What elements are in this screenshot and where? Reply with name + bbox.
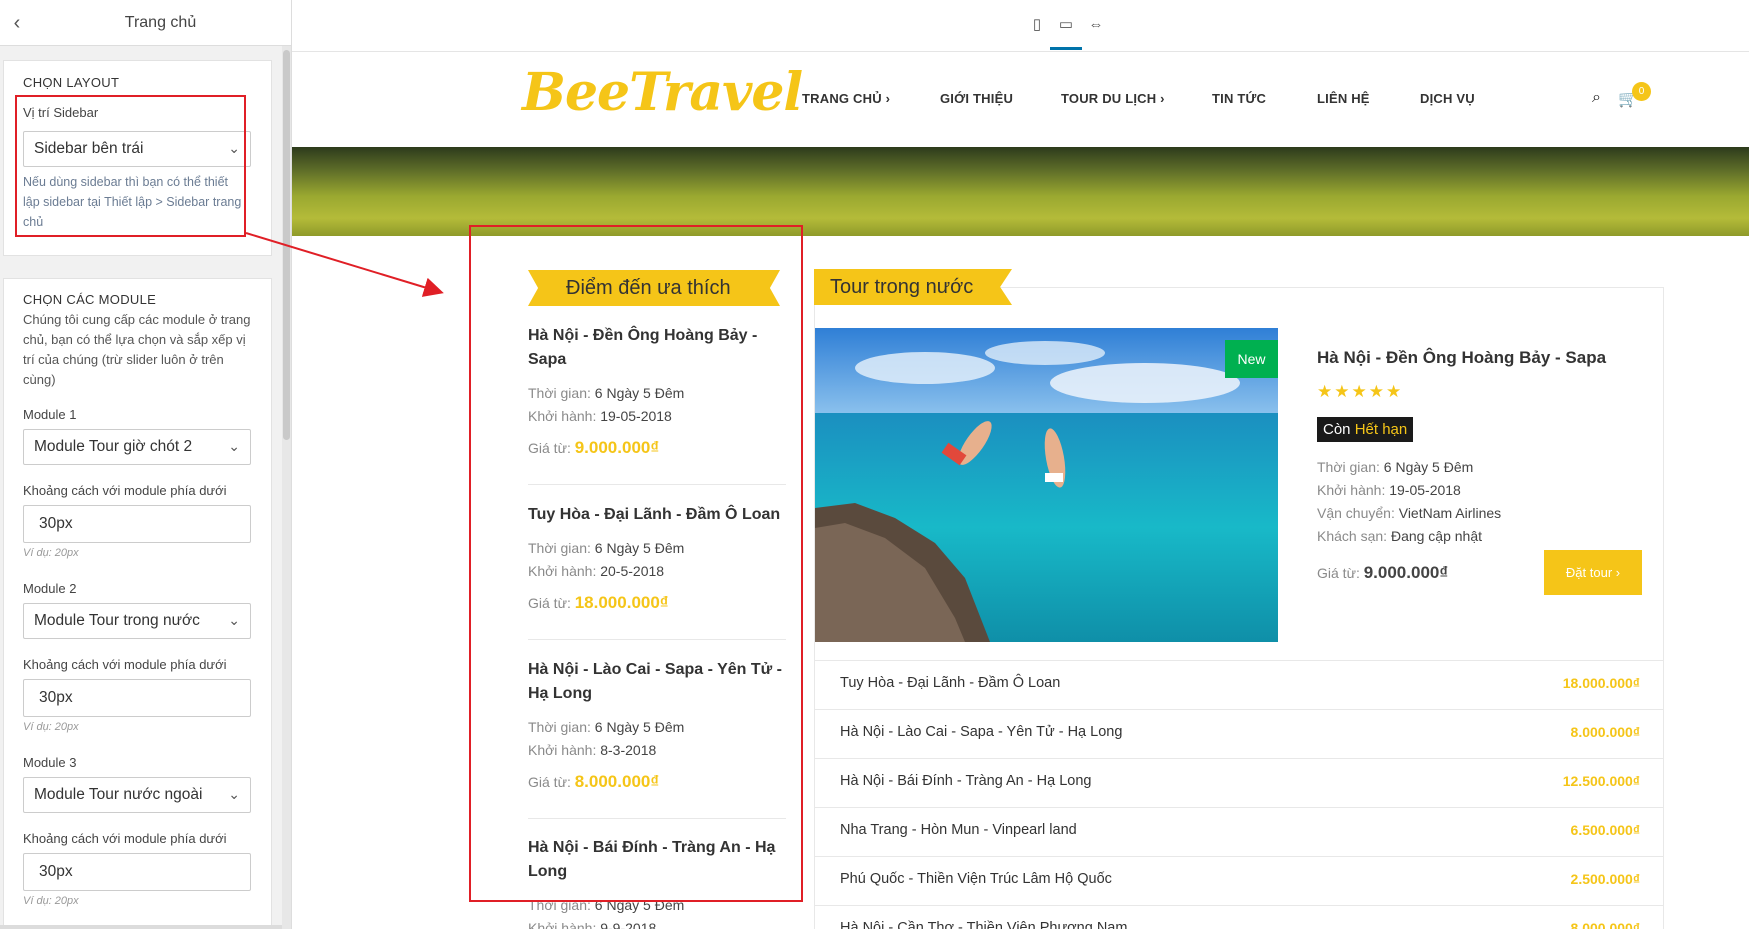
modules-section-title: CHỌN CÁC MODULE xyxy=(23,292,157,307)
module-2-spacing-input[interactable]: 30px xyxy=(23,679,251,717)
module-1-spacing-label: Khoảng cách với module phía dưới xyxy=(23,483,227,498)
depart-value: 9-9-2018 xyxy=(600,920,657,929)
transport-label: Vận chuyển: xyxy=(1317,505,1395,521)
tour-list-row[interactable]: Hà Nội - Lào Cai - Sapa - Yên Tử - Hạ Lo… xyxy=(814,709,1664,758)
panel-title: Trang chủ xyxy=(124,14,197,31)
chevron-left-icon[interactable]: ‹ xyxy=(6,12,28,34)
chevron-down-icon: ⌄ xyxy=(228,438,240,454)
depart-label: Khởi hành: xyxy=(1317,482,1386,498)
transport-value: VietNam Airlines xyxy=(1398,505,1502,521)
tour-list-name[interactable]: Tuy Hòa - Đại Lãnh - Đầm Ô Loan xyxy=(840,675,1060,691)
module-3-spacing-label: Khoảng cách với module phía dưới xyxy=(23,831,227,846)
panel-header: ‹ Trang chủ xyxy=(0,0,291,46)
module-3-spacing-input[interactable]: 30px xyxy=(23,853,251,891)
module-2-spacing-example: Ví dụ: 20px xyxy=(23,721,79,733)
domestic-tours-title: Tour trong nước xyxy=(814,269,1012,305)
tour-list-row[interactable]: Tuy Hòa - Đại Lãnh - Đầm Ô Loan 18.000.0… xyxy=(814,660,1664,709)
time-value: 6 Ngày 5 Đêm xyxy=(1383,459,1474,475)
tour-list-row[interactable]: Phú Quốc - Thiền Viện Trúc Lâm Hộ Quốc 2… xyxy=(814,856,1664,905)
featured-tour-photo[interactable] xyxy=(815,328,1278,642)
tour-list-name[interactable]: Phú Quốc - Thiền Viện Trúc Lâm Hộ Quốc xyxy=(840,871,1112,887)
favorite-depart: Khởi hành: 9-9-2018 xyxy=(528,917,786,929)
panel-scroll-thumb[interactable] xyxy=(283,50,290,440)
module-1-spacing-input[interactable]: 30px xyxy=(23,505,251,543)
module-1-select[interactable]: Module Tour giờ chót 2 ⌄ xyxy=(23,429,251,465)
tour-list-price: 2.500.000₫ xyxy=(1570,871,1640,887)
tour-list-price: 8.000.000₫ xyxy=(1570,920,1640,929)
tour-list-name[interactable]: Hà Nội - Lào Cai - Sapa - Yên Tử - Hạ Lo… xyxy=(840,724,1122,740)
tour-list-name[interactable]: Nha Trang - Hòn Mun - Vinpearl land xyxy=(840,822,1077,838)
price-value: 9.000.000₫ xyxy=(1363,563,1449,582)
panel-footer-divider xyxy=(0,925,282,929)
module-3-label: Module 3 xyxy=(23,755,77,770)
featured-depart: Khởi hành: 19-05-2018 xyxy=(1317,482,1461,498)
module-2-spacing-label: Khoảng cách với module phía dưới xyxy=(23,657,227,672)
tour-list-row[interactable]: Nha Trang - Hòn Mun - Vinpearl land 6.50… xyxy=(814,807,1664,856)
annotation-box-sidebar-setting xyxy=(15,95,246,237)
chevron-down-icon: ⌄ xyxy=(228,786,240,802)
rating-stars: ★★★★★ xyxy=(1317,382,1404,401)
tour-list-row[interactable]: Hà Nội - Bái Đính - Tràng An - Hạ Long 1… xyxy=(814,758,1664,807)
modules-description: Chúng tôi cung cấp các module ở trang ch… xyxy=(23,312,251,387)
featured-tour-name[interactable]: Hà Nội - Đền Ông Hoàng Bảy - Sapa xyxy=(1317,348,1606,368)
tour-list-price: 6.500.000₫ xyxy=(1570,822,1640,838)
module-1-spacing-example: Ví dụ: 20px xyxy=(23,547,79,559)
tour-list-price: 18.000.000₫ xyxy=(1562,675,1640,691)
hotel-value: Đang cập nhật xyxy=(1390,528,1483,544)
availability-status: Còn Hết hạn xyxy=(1317,417,1414,442)
status-prefix: Còn xyxy=(1323,421,1351,438)
tour-list-name[interactable]: Hà Nội - Bái Đính - Tràng An - Hạ Long xyxy=(840,773,1091,789)
tour-list-name[interactable]: Hà Nội - Cần Thơ - Thiền Viện Phương Nam xyxy=(840,920,1127,929)
module-2-select[interactable]: Module Tour trong nước ⌄ xyxy=(23,603,251,639)
module-1-value: Module Tour giờ chót 2 xyxy=(34,438,193,455)
time-label: Thời gian: xyxy=(1317,459,1380,475)
hotel-label: Khách sạn: xyxy=(1317,528,1388,544)
tour-list-price: 12.500.000₫ xyxy=(1562,773,1640,789)
annotation-box-sidebar-preview xyxy=(469,225,803,902)
module-3-value: Module Tour nước ngoài xyxy=(34,786,203,803)
price-label: Giá từ: xyxy=(1317,565,1360,581)
featured-photo-illustration xyxy=(815,328,1278,642)
featured-price: Giá từ: 9.000.000₫ xyxy=(1317,563,1448,583)
book-tour-button[interactable]: Đặt tour › xyxy=(1544,550,1642,595)
featured-transport: Vận chuyển: VietNam Airlines xyxy=(1317,505,1501,521)
depart-label: Khởi hành: xyxy=(528,920,597,929)
tour-list-row[interactable]: Hà Nội - Cần Thơ - Thiền Viện Phương Nam… xyxy=(814,905,1664,929)
layout-section-title: CHỌN LAYOUT xyxy=(23,75,120,90)
chevron-down-icon: ⌄ xyxy=(228,612,240,628)
module-3-select[interactable]: Module Tour nước ngoài ⌄ xyxy=(23,777,251,813)
featured-hotel: Khách sạn: Đang cập nhật xyxy=(1317,528,1482,544)
module-2-value: Module Tour trong nước xyxy=(34,612,200,629)
new-badge: New xyxy=(1225,340,1278,378)
module-2-label: Module 2 xyxy=(23,581,77,596)
featured-time: Thời gian: 6 Ngày 5 Đêm xyxy=(1317,459,1473,475)
status-value: Hết hạn xyxy=(1354,421,1408,438)
panel-scrollbar[interactable] xyxy=(282,46,291,929)
module-1-label: Module 1 xyxy=(23,407,77,422)
depart-value: 19-05-2018 xyxy=(1389,482,1461,498)
modules-section: CHỌN CÁC MODULE Chúng tôi cung cấp các m… xyxy=(3,278,272,929)
module-3-spacing-example: Ví dụ: 20px xyxy=(23,895,79,907)
tour-list-price: 8.000.000₫ xyxy=(1570,724,1640,740)
